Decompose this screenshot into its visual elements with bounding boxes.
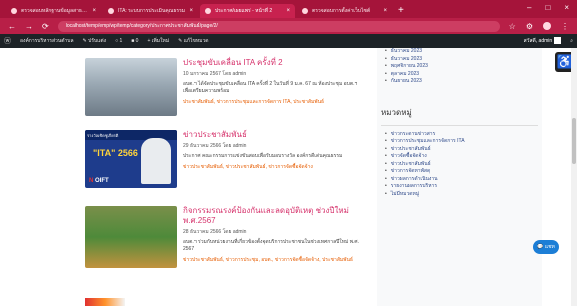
post-title[interactable]: กิจกรรมรณรงค์ป้องกันและลดอุบัติเหตุ ช่วง… xyxy=(183,206,365,226)
archive-link[interactable]: ธันวาคม 2023 xyxy=(385,48,542,56)
wordpress-logo-icon[interactable]: ⓦ xyxy=(4,36,11,46)
admin-account[interactable]: สวัสดี, admin xyxy=(524,37,562,45)
archive-link[interactable]: พฤศจิกายน 2023 xyxy=(385,63,542,71)
post-title[interactable]: ประชุมขับเคลื่อน ITA ครั้งที่ 2 xyxy=(183,58,365,68)
favicon-icon xyxy=(11,8,17,14)
category-link[interactable]: ข่าวจัดซื้อจัดจ้าง xyxy=(385,153,542,161)
post-excerpt: อบต.ฯ ได้จัดประชุมขับเคลื่อน ITA ครั้งที… xyxy=(183,81,358,94)
divider xyxy=(381,124,538,126)
admin-new-link[interactable]: + เพิ่มใหม่ xyxy=(147,37,169,45)
category-link[interactable]: ข่าวกระดานข่าวสาร xyxy=(385,131,542,139)
reload-icon[interactable]: ⟳ xyxy=(42,22,49,31)
categories-heading: หมวดหมู่ xyxy=(381,107,412,117)
post-body: ข่าวประชาสัมพันธ์ 29 ธันวาคม 2566 โดย ad… xyxy=(183,130,365,171)
thumb-logo: N OIFT xyxy=(89,178,109,184)
browser-tab[interactable]: ITA: ระบบการประเมินคุณธรรม × xyxy=(103,4,198,18)
post-title[interactable]: ข่าวประชาสัมพันธ์ xyxy=(183,130,365,140)
archive-link[interactable]: กันยายน 2023 xyxy=(385,78,542,86)
thumb-headline: "ITA" 2566 xyxy=(93,148,138,158)
post-excerpt: ประกาศ คณะกรรมการแข่งขันสอบเพื่อรับมอบรา… xyxy=(183,153,343,159)
admin-customize-link[interactable]: ✎ ปรับแต่ง xyxy=(83,37,107,45)
close-tab-icon[interactable]: × xyxy=(383,8,387,14)
extension-icon[interactable]: ⚙ xyxy=(526,22,533,31)
tab-title: ITA: ระบบการประเมินคุณธรรม xyxy=(118,8,186,14)
post-thumbnail[interactable] xyxy=(85,58,177,116)
favicon-icon xyxy=(108,8,114,14)
admin-comments-link[interactable]: ○ 1 xyxy=(115,38,122,44)
post-date: 29 ธันวาคม 2566 โดย admin xyxy=(183,143,247,149)
back-icon[interactable]: ← xyxy=(8,22,16,31)
category-link[interactable]: ข่าวประชาสัมพันธ์ xyxy=(385,146,542,154)
archive-link[interactable]: ธันวาคม 2023 xyxy=(385,56,542,64)
wp-admin-bar: ⓦ องค์การบริหารส่วนตำบล ✎ ปรับแต่ง ○ 1 ■… xyxy=(0,34,577,48)
close-tab-icon[interactable]: × xyxy=(92,8,96,14)
category-link[interactable]: ข่าวการจัดหาพัสดุ xyxy=(385,168,542,176)
post-item: รางวัลเชิดชูเกียรติ "ITA" 2566 N OIFT ข่… xyxy=(85,130,365,190)
post-body: ประชุมขับเคลื่อน ITA ครั้งที่ 2 10 มกราค… xyxy=(183,58,365,106)
next-post-thumbnail[interactable] xyxy=(85,298,125,306)
admin-edit-link[interactable]: ✎ แก้ไขหมวด xyxy=(178,37,208,45)
archives-list: ธันวาคม 2023 ธันวาคม 2023 พฤศจิกายน 2023… xyxy=(377,48,542,86)
bookmark-star-icon[interactable]: ☆ xyxy=(509,22,516,31)
thumb-person-figure xyxy=(141,138,171,184)
favicon-icon xyxy=(205,8,211,14)
browser-tab[interactable]: ตรวจสอบการตั้งค่าเว็บไซต์ × xyxy=(297,4,392,18)
post-date: 10 มกราคม 2567 โดย admin xyxy=(183,71,247,77)
page-scrollbar[interactable] xyxy=(571,48,577,306)
post-categories[interactable]: ประชาสัมพันธ์, ข่าวการประชุมและการจัดการ… xyxy=(183,99,365,106)
category-link[interactable]: ข่าวการประชุมและการจัดการ ITA xyxy=(385,138,542,146)
page-content: ประชุมขับเคลื่อน ITA ครั้งที่ 2 10 มกราค… xyxy=(0,48,577,306)
tab-title: ตรวจสอบการตั้งค่าเว็บไซต์ xyxy=(312,8,371,14)
maximize-button[interactable]: □ xyxy=(545,3,550,12)
user-avatar xyxy=(554,37,562,45)
thumb-logo-rest: OIFT xyxy=(93,178,109,184)
admin-greeting: สวัสดี, admin xyxy=(523,38,553,44)
post-date: 28 ธันวาคม 2566 โดย admin xyxy=(183,229,247,235)
toolbar-right: ☆ ⚙ ⋮ xyxy=(509,22,569,31)
category-link[interactable]: ไม่มีหมวดหมู่ xyxy=(385,191,542,199)
new-tab-button[interactable]: + xyxy=(398,4,404,18)
browser-menu-icon[interactable]: ⋮ xyxy=(561,22,569,31)
archive-link[interactable]: ตุลาคม 2023 xyxy=(385,71,542,79)
forward-icon[interactable]: → xyxy=(25,22,33,31)
category-link[interactable]: ข่าวผลการดำเนินงาน xyxy=(385,176,542,184)
chat-button[interactable]: 💬 แชท xyxy=(533,240,559,254)
close-tab-icon[interactable]: × xyxy=(286,8,290,14)
close-tab-icon[interactable]: × xyxy=(189,8,193,14)
post-thumbnail[interactable]: รางวัลเชิดชูเกียรติ "ITA" 2566 N OIFT xyxy=(85,130,177,188)
browser-tab[interactable]: ตรวจสอบหลักฐานข้อมูลสาธารณะ × xyxy=(6,4,101,18)
post-thumbnail[interactable] xyxy=(85,206,177,268)
profile-avatar[interactable] xyxy=(543,22,551,30)
url-input[interactable]: localhost/temp/emp/wp/temp/category/ประก… xyxy=(57,20,500,32)
address-bar: ← → ⟳ localhost/temp/emp/wp/temp/categor… xyxy=(0,18,577,34)
post-item: ประชุมขับเคลื่อน ITA ครั้งที่ 2 10 มกราค… xyxy=(85,58,365,118)
close-window-button[interactable]: × xyxy=(564,3,569,12)
post-categories[interactable]: ข่าวประชาสัมพันธ์, ข่าวประชาสัมพันธ์, ข่… xyxy=(183,164,365,171)
post-categories[interactable]: ข่าวประชาสัมพันธ์, ข่าวการประชุม, อบต., … xyxy=(183,257,365,264)
minimize-button[interactable]: – xyxy=(527,3,531,12)
window-controls: – □ × xyxy=(527,3,569,12)
tab-title: ตรวจสอบหลักฐานข้อมูลสาธารณะ xyxy=(21,8,90,14)
admin-search-icon[interactable]: ⌕ xyxy=(570,38,573,44)
category-link[interactable]: ข่าวประชาสัมพันธ์ xyxy=(385,161,542,169)
browser-tab-strip: ตรวจสอบหลักฐานข้อมูลสาธารณะ × ITA: ระบบกา… xyxy=(0,0,577,18)
category-link[interactable]: รายงานผลการบริหาร xyxy=(385,183,542,191)
post-body: กิจกรรมรณรงค์ป้องกันและลดอุบัติเหตุ ช่วง… xyxy=(183,206,365,264)
admin-updates-link[interactable]: ■ 0 xyxy=(131,38,138,44)
categories-list: ข่าวกระดานข่าวสาร ข่าวการประชุมและการจัด… xyxy=(377,131,542,199)
browser-tab-active[interactable]: ประกาศ/เผยแพร่ - หน้าที่ 2 × xyxy=(200,4,295,18)
sidebar: ธันวาคม 2023 ธันวาคม 2023 พฤศจิกายน 2023… xyxy=(377,48,542,306)
post-excerpt: อบต.ฯ ร่วมกับหน่วยงานที่เกี่ยวข้องตั้งจุ… xyxy=(183,239,359,252)
tab-title: ประกาศ/เผยแพร่ - หน้าที่ 2 xyxy=(215,8,273,14)
post-item: กิจกรรมรณรงค์ป้องกันและลดอุบัติเหตุ ช่วง… xyxy=(85,206,365,276)
favicon-icon xyxy=(302,8,308,14)
scrollbar-thumb[interactable] xyxy=(572,118,576,164)
admin-site-link[interactable]: องค์การบริหารส่วนตำบล xyxy=(20,37,74,45)
